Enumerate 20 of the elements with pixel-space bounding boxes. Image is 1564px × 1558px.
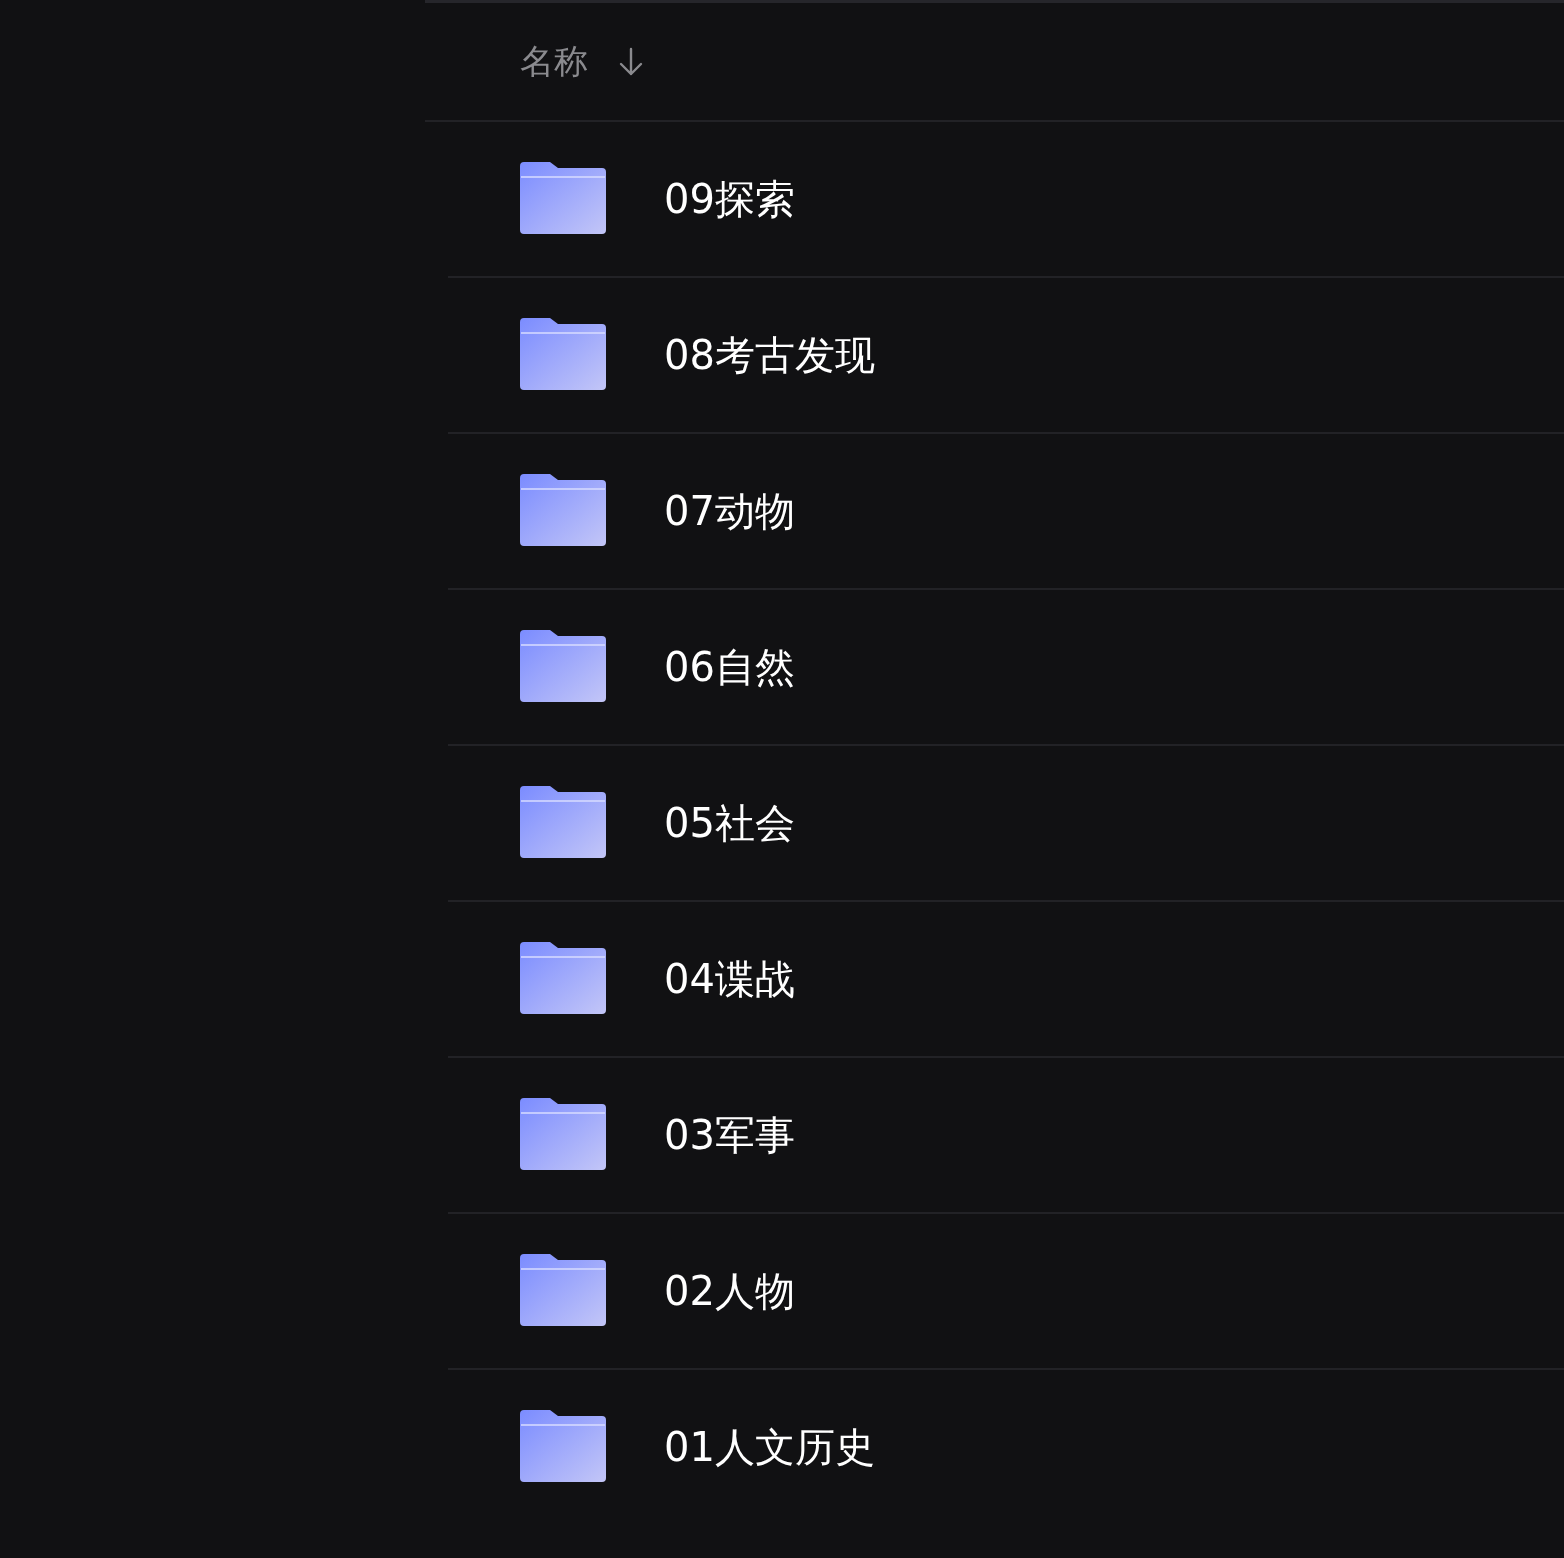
folder-name[interactable]: 05社会	[664, 795, 795, 851]
folder-name[interactable]: 02人物	[664, 1263, 795, 1319]
folder-name[interactable]: 07动物	[664, 483, 795, 539]
folder-icon	[520, 942, 606, 1014]
folder-icon	[520, 1254, 606, 1326]
folder-icon	[520, 786, 606, 858]
folder-icon	[520, 1410, 606, 1482]
folder-icon	[520, 318, 606, 390]
folder-icon	[520, 474, 606, 546]
sort-arrow-icon[interactable]	[618, 46, 644, 77]
folder-name[interactable]: 09探索	[664, 171, 795, 227]
folder-name[interactable]: 03军事	[664, 1107, 795, 1163]
folder-name[interactable]: 08考古发现	[664, 327, 875, 383]
column-header[interactable]: 名称	[520, 38, 588, 85]
folder-icon	[520, 1098, 606, 1170]
folder-name[interactable]: 06自然	[664, 639, 795, 695]
folder-name[interactable]: 04谍战	[664, 951, 795, 1007]
folder-name[interactable]: 01人文历史	[664, 1419, 875, 1475]
folder-icon	[520, 630, 606, 702]
folder-icon	[520, 162, 606, 234]
